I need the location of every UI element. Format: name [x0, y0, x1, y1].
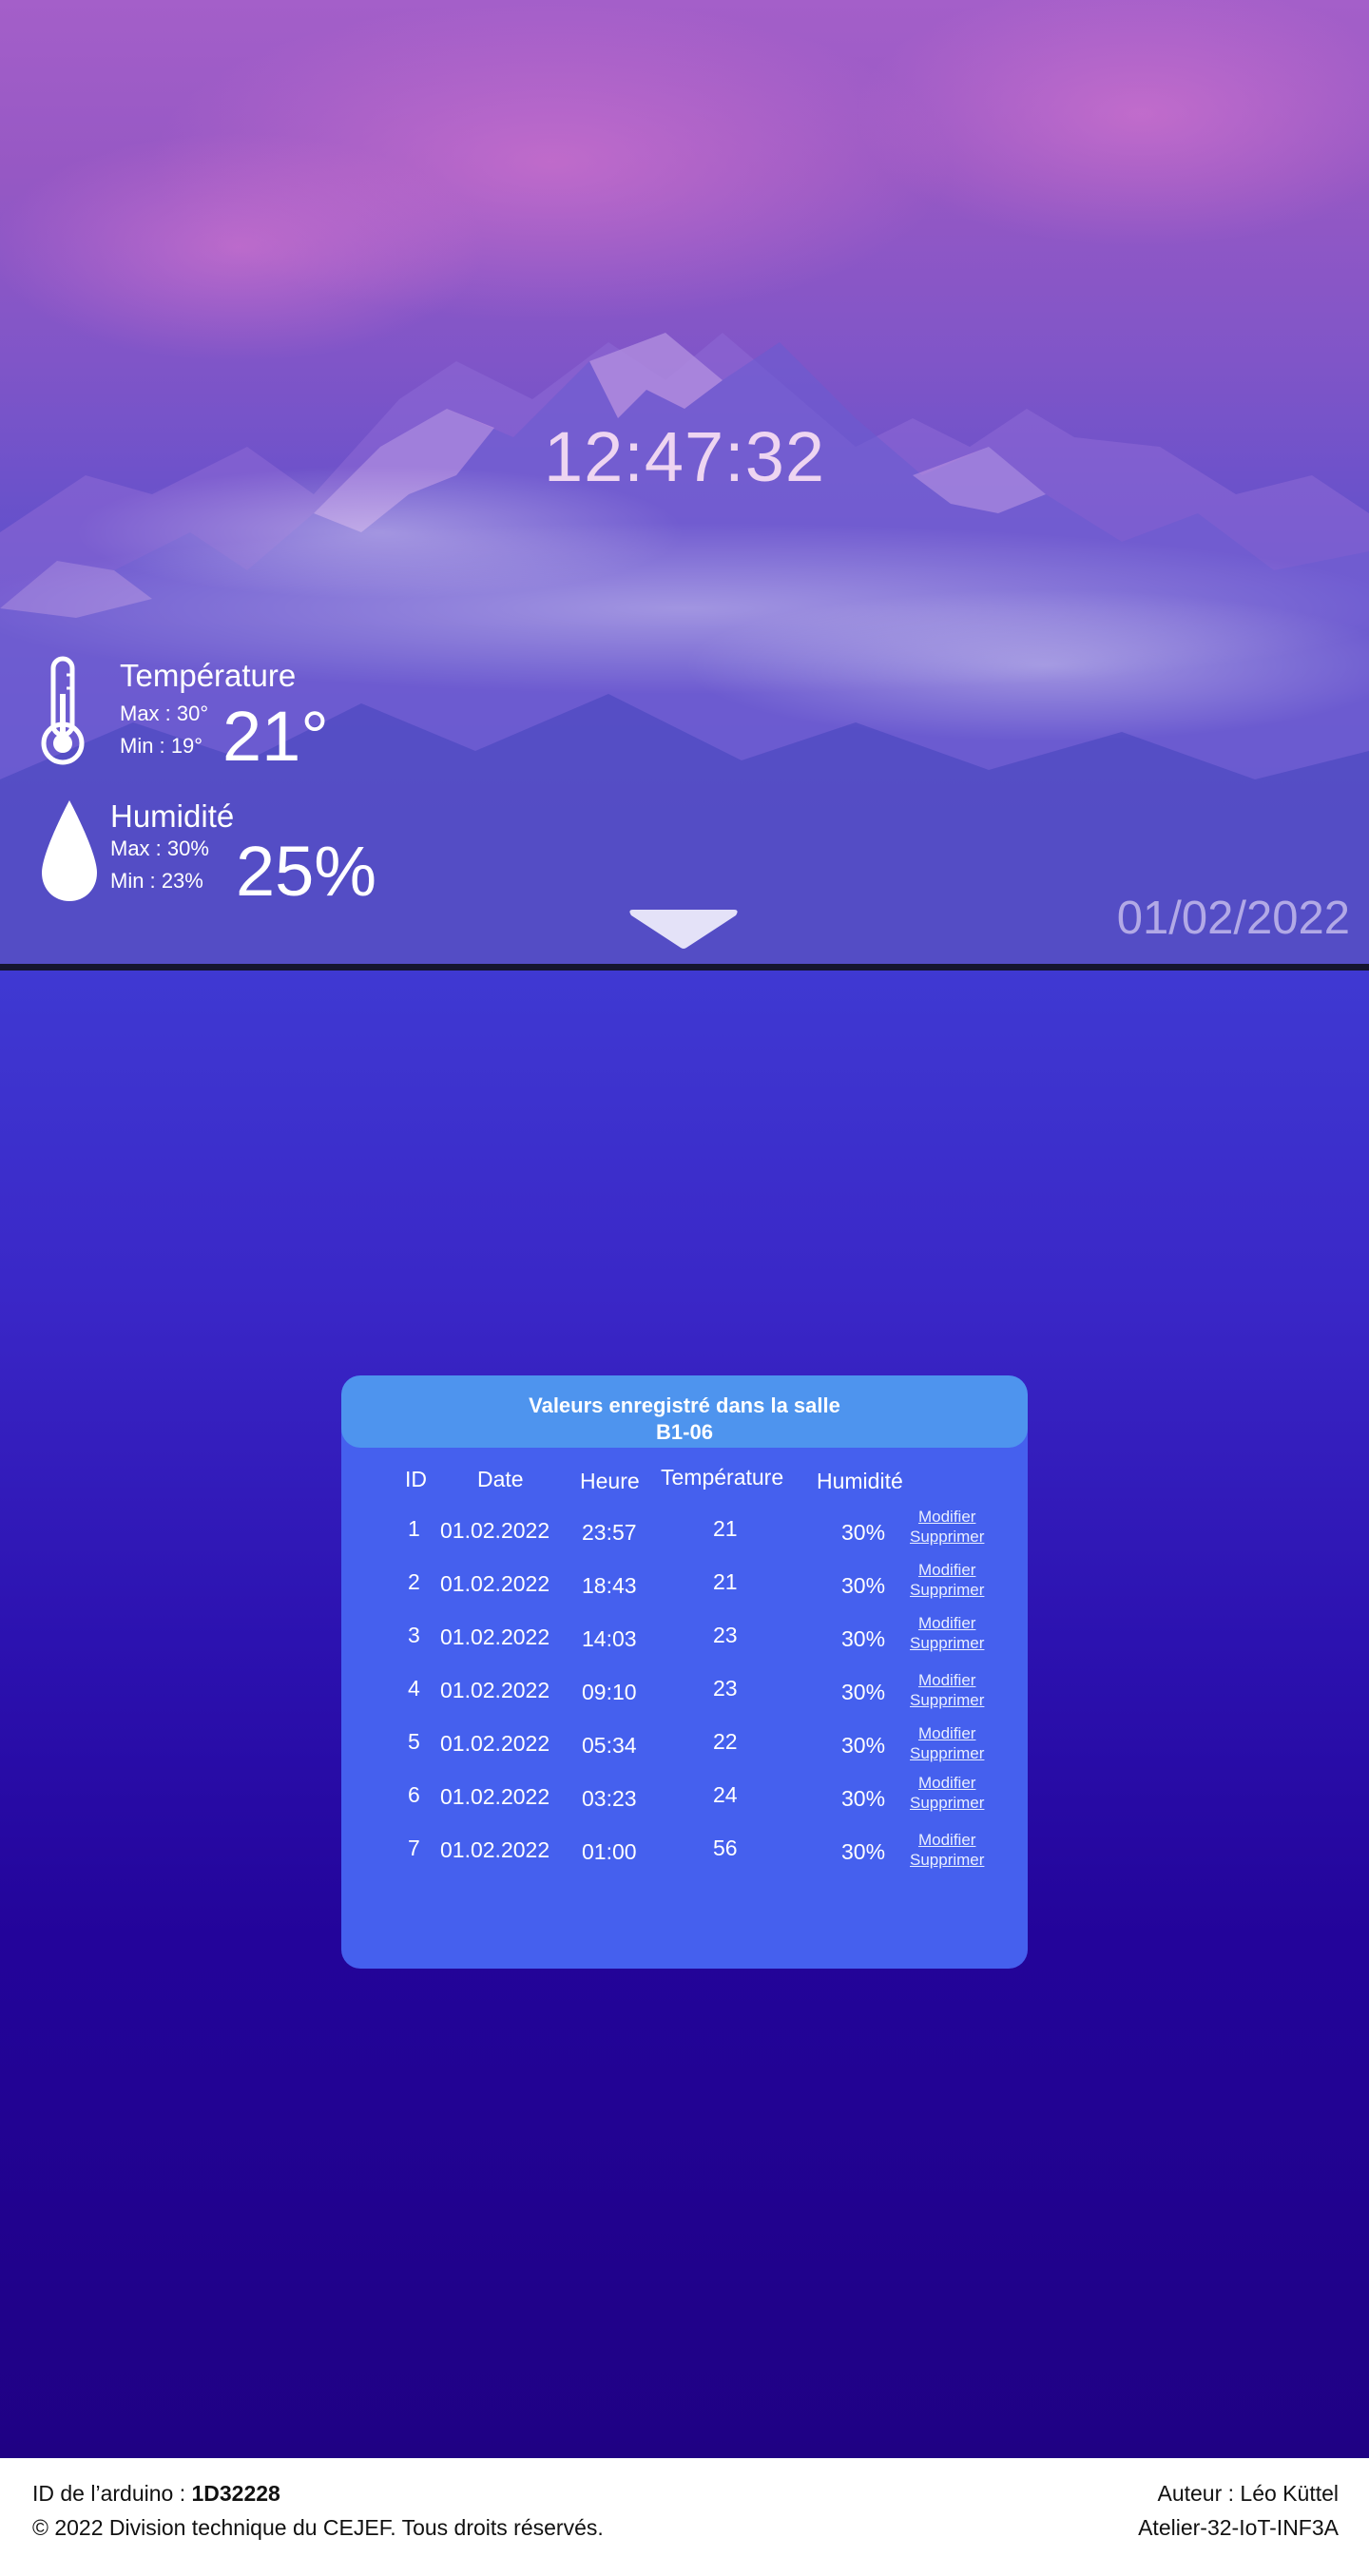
thermometer-icon	[41, 656, 85, 765]
header-humidity: Humidité	[817, 1469, 903, 1493]
cell-temperature: 21	[713, 1569, 738, 1594]
row-actions: Modifier Supprimer	[910, 1830, 984, 1870]
cell-time: 18:43	[582, 1573, 637, 1598]
temperature-current: 21°	[222, 697, 329, 776]
humidity-max-label: Max :	[110, 836, 162, 860]
row-actions: Modifier Supprimer	[910, 1723, 984, 1763]
cell-time: 23:57	[582, 1520, 637, 1545]
edit-link[interactable]: Modifier	[910, 1830, 984, 1850]
cell-time: 03:23	[582, 1786, 637, 1811]
header-date: Date	[477, 1467, 524, 1491]
cell-time: 05:34	[582, 1733, 637, 1758]
cell-id: 3	[408, 1623, 420, 1647]
cell-humidity: 30%	[841, 1733, 886, 1758]
scroll-down-chevron-icon[interactable]	[627, 908, 740, 950]
project-name: Atelier-32-IoT-INF3A	[1138, 2515, 1339, 2540]
arduino-id-value: 1D32228	[191, 2481, 280, 2506]
cell-time: 14:03	[582, 1626, 637, 1651]
temperature-max-value: 30°	[176, 702, 209, 725]
edit-link[interactable]: Modifier	[910, 1613, 984, 1633]
cell-id: 6	[408, 1782, 420, 1807]
cell-date: 01.02.2022	[440, 1518, 550, 1543]
records-title: Valeurs enregistré dans la salle	[529, 1394, 840, 1417]
temperature-max-label: Max :	[120, 702, 171, 725]
cell-date: 01.02.2022	[440, 1784, 550, 1809]
temperature-widget: Température Max : 30° Min : 19° 21°	[0, 646, 399, 779]
row-actions: Modifier Supprimer	[910, 1670, 984, 1710]
temperature-minmax: Max : 30° Min : 19°	[120, 698, 208, 762]
humidity-max-value: 30%	[166, 836, 209, 860]
cell-temperature: 24	[713, 1782, 738, 1807]
records-panel-header: Valeurs enregistré dans la salle B1-06	[341, 1375, 1028, 1448]
cell-time: 09:10	[582, 1680, 637, 1704]
cell-time: 01:00	[582, 1839, 637, 1864]
header-temperature: Température	[661, 1465, 784, 1490]
header-time: Heure	[580, 1469, 640, 1493]
water-drop-icon	[42, 800, 97, 901]
delete-link[interactable]: Supprimer	[910, 1743, 984, 1763]
cell-temperature: 23	[713, 1676, 738, 1701]
temperature-min-label: Min :	[120, 734, 165, 758]
cell-id: 2	[408, 1569, 420, 1594]
cell-id: 7	[408, 1836, 420, 1860]
records-panel: Valeurs enregistré dans la salle B1-06 I…	[341, 1375, 1028, 1969]
delete-link[interactable]: Supprimer	[910, 1690, 984, 1710]
row-actions: Modifier Supprimer	[910, 1613, 984, 1653]
edit-link[interactable]: Modifier	[910, 1670, 984, 1690]
delete-link[interactable]: Supprimer	[910, 1850, 984, 1870]
header-id: ID	[405, 1467, 427, 1491]
temperature-min-value: 19°	[170, 734, 203, 758]
humidity-min-label: Min :	[110, 869, 156, 893]
records-room: B1-06	[656, 1420, 713, 1444]
cell-humidity: 30%	[841, 1839, 886, 1864]
edit-link[interactable]: Modifier	[910, 1723, 984, 1743]
cell-humidity: 30%	[841, 1520, 886, 1545]
cell-id: 4	[408, 1676, 420, 1701]
delete-link[interactable]: Supprimer	[910, 1633, 984, 1653]
delete-link[interactable]: Supprimer	[910, 1580, 984, 1600]
cell-date: 01.02.2022	[440, 1624, 550, 1649]
cell-humidity: 30%	[841, 1680, 886, 1704]
cell-date: 01.02.2022	[440, 1837, 550, 1862]
row-actions: Modifier Supprimer	[910, 1507, 984, 1547]
arduino-id-line: ID de l’arduino : 1D32228	[32, 2481, 280, 2507]
delete-link[interactable]: Supprimer	[910, 1793, 984, 1813]
temperature-title: Température	[120, 658, 297, 693]
arduino-id-label: ID de l’arduino :	[32, 2481, 192, 2506]
cell-id: 1	[408, 1516, 420, 1541]
cell-temperature: 56	[713, 1836, 738, 1860]
hero-section: 12:47:32 Température Max : 30° Min : 19°…	[0, 0, 1369, 964]
cell-humidity: 30%	[841, 1786, 886, 1811]
cell-humidity: 30%	[841, 1573, 886, 1598]
footer: ID de l’arduino : 1D32228 © 2022 Divisio…	[0, 2458, 1369, 2576]
cell-id: 5	[408, 1729, 420, 1754]
cell-temperature: 22	[713, 1729, 738, 1754]
cell-date: 01.02.2022	[440, 1731, 550, 1756]
cell-temperature: 23	[713, 1623, 738, 1647]
date-display: 01/02/2022	[1116, 893, 1350, 944]
humidity-widget: Humidité Max : 30% Min : 23% 25%	[0, 789, 399, 922]
edit-link[interactable]: Modifier	[910, 1773, 984, 1793]
humidity-current: 25%	[236, 832, 377, 911]
cell-temperature: 21	[713, 1516, 738, 1541]
hero-divider	[0, 964, 1369, 971]
copyright: © 2022 Division technique du CEJEF. Tous…	[32, 2515, 604, 2540]
cell-humidity: 30%	[841, 1626, 886, 1651]
humidity-title: Humidité	[110, 798, 235, 834]
humidity-minmax: Max : 30% Min : 23%	[110, 833, 209, 897]
row-actions: Modifier Supprimer	[910, 1773, 984, 1813]
edit-link[interactable]: Modifier	[910, 1560, 984, 1580]
humidity-min-value: 23%	[161, 869, 203, 893]
clock-display: 12:47:32	[543, 417, 826, 496]
cell-date: 01.02.2022	[440, 1571, 550, 1596]
edit-link[interactable]: Modifier	[910, 1507, 984, 1527]
cell-date: 01.02.2022	[440, 1678, 550, 1702]
row-actions: Modifier Supprimer	[910, 1560, 984, 1600]
author: Auteur : Léo Küttel	[1157, 2481, 1339, 2506]
delete-link[interactable]: Supprimer	[910, 1527, 984, 1547]
